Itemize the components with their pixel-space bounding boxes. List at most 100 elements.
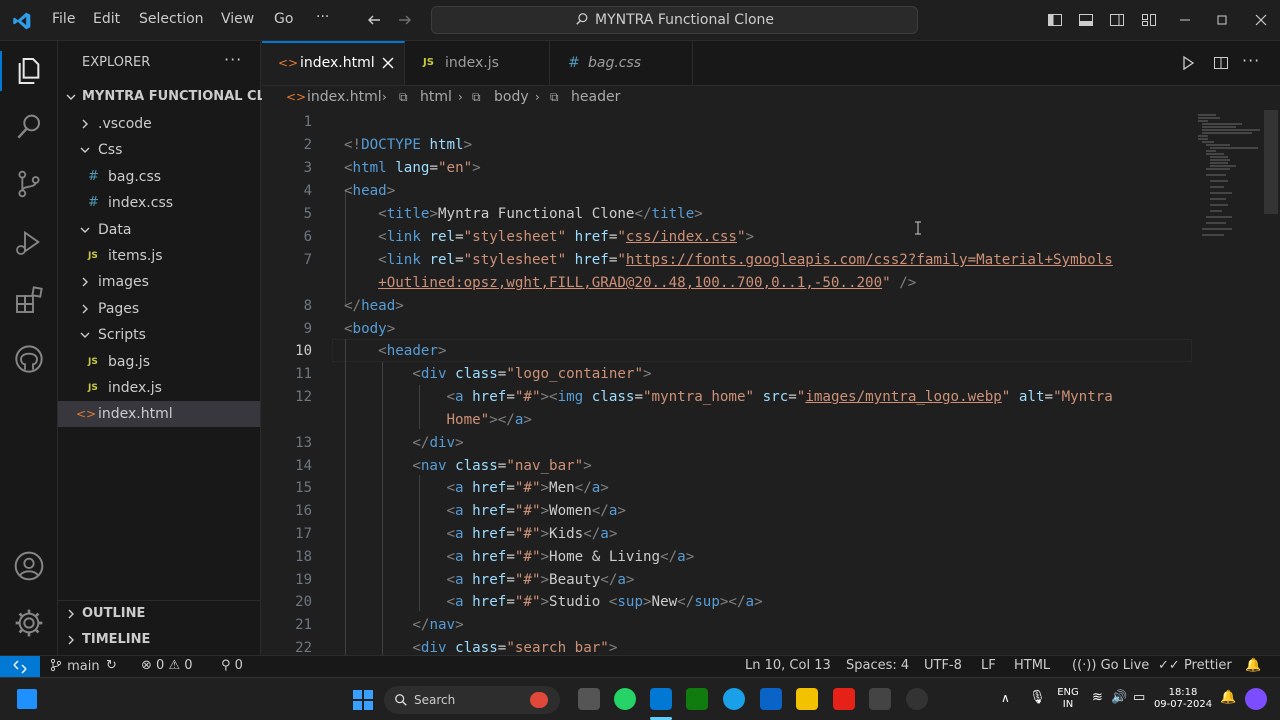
tree-item[interactable]: <> index.html	[58, 401, 260, 428]
tab-index-html[interactable]: <> index.html	[262, 41, 405, 85]
outline-section[interactable]: OUTLINE	[58, 601, 260, 627]
back-arrow-icon[interactable]	[366, 12, 382, 28]
menu-go[interactable]: Go	[274, 11, 293, 27]
tree-item[interactable]: JS items.js	[58, 243, 260, 269]
language-indicator[interactable]: ENG IN	[1054, 687, 1082, 711]
line-number: 11	[295, 366, 312, 382]
youtube-icon[interactable]	[833, 688, 855, 710]
line-number: 1	[303, 114, 312, 130]
tree-item[interactable]: # bag.css	[58, 164, 260, 190]
clock[interactable]: 18:18 09-07-2024	[1150, 687, 1216, 711]
sync-icon[interactable]: ↻	[106, 658, 117, 673]
tree-item[interactable]: .vscode	[58, 111, 260, 137]
mail-icon[interactable]	[760, 688, 782, 710]
toggle-primary-sidebar-icon[interactable]	[1047, 12, 1063, 28]
volume-icon[interactable]: 🔊	[1111, 690, 1127, 705]
close-window-icon[interactable]	[1253, 12, 1269, 28]
minimap[interactable]	[1196, 110, 1264, 250]
explorer-more-actions-icon[interactable]: ···	[224, 50, 242, 69]
tree-item[interactable]: JS index.js	[58, 375, 260, 401]
command-center-title: MYNTRA Functional Clone	[594, 12, 775, 28]
wifi-icon[interactable]: ≋	[1092, 690, 1103, 705]
tree-item[interactable]: Scripts	[58, 322, 260, 348]
task-view-icon[interactable]	[578, 688, 600, 710]
run-debug-icon[interactable]	[13, 226, 45, 258]
indentation[interactable]: Spaces: 4	[846, 658, 909, 673]
vscode-taskbar-icon[interactable]	[650, 688, 672, 710]
code-editor[interactable]: 1 2 3 4 5 6 7 8 9 10 11 12 13 14 15 16 17 18 19 20 21 22 <!DO…	[262, 110, 1280, 655]
cursor-position[interactable]: Ln 10, Col 13	[745, 658, 831, 673]
explorer-root-folder[interactable]: MYNTRA FUNCTIONAL CL...	[58, 84, 280, 110]
app-icon[interactable]	[869, 688, 891, 710]
problems-indicator[interactable]: ⊗ 0 ⚠ 0	[141, 658, 193, 673]
command-center[interactable]: MYNTRA Functional Clone	[431, 6, 918, 34]
tree-item[interactable]: images	[58, 269, 260, 295]
forward-arrow-icon[interactable]	[397, 12, 413, 28]
encoding[interactable]: UTF-8	[924, 658, 962, 673]
tree-item[interactable]: JS bag.js	[58, 349, 260, 375]
code-line-6: <link rel="stylesheet" href="css/index.c…	[378, 229, 755, 245]
maximize-icon[interactable]	[1214, 12, 1230, 28]
tree-item[interactable]: # index.css	[58, 190, 260, 216]
split-editor-icon[interactable]	[1213, 55, 1229, 71]
line-number: 13	[295, 435, 312, 451]
vertical-scrollbar[interactable]	[1264, 110, 1278, 214]
minimize-icon[interactable]	[1177, 12, 1193, 28]
tree-item[interactable]: Pages	[58, 296, 260, 322]
breadcrumb-file[interactable]: index.html	[307, 89, 382, 105]
breadcrumb-body[interactable]: body	[494, 89, 529, 105]
battery-icon[interactable]: ▭	[1133, 690, 1145, 705]
extensions-icon[interactable]	[13, 284, 45, 316]
menu-more[interactable]: ···	[316, 9, 329, 25]
chevron-down-icon	[80, 332, 90, 339]
menu-file[interactable]: File	[52, 11, 75, 27]
app-icon-widget[interactable]	[17, 689, 37, 709]
branch-name: main	[67, 659, 100, 674]
notification-bell-icon[interactable]: 🔔	[1220, 690, 1236, 705]
menu-selection[interactable]: Selection	[139, 11, 204, 27]
timeline-section[interactable]: TIMELINE	[58, 627, 260, 653]
html-file-icon: <>	[286, 90, 307, 104]
go-live-button[interactable]: ((·)) Go Live	[1072, 658, 1149, 673]
xbox-icon[interactable]	[686, 688, 708, 710]
run-icon[interactable]	[1180, 55, 1196, 71]
ports-count: 0	[234, 658, 243, 673]
copilot-icon[interactable]	[1245, 688, 1267, 710]
menu-view[interactable]: View	[221, 11, 254, 27]
editor-more-actions-icon[interactable]: ···	[1242, 51, 1260, 70]
source-control-icon[interactable]	[13, 168, 45, 200]
file-explorer-icon[interactable]	[796, 688, 818, 710]
toggle-secondary-sidebar-icon[interactable]	[1109, 12, 1125, 28]
toggle-panel-icon[interactable]	[1078, 12, 1094, 28]
ports-indicator[interactable]: ⚲ 0	[221, 658, 243, 673]
prettier-button[interactable]: ✓✓ Prettier	[1158, 658, 1232, 673]
accounts-icon[interactable]	[13, 550, 45, 582]
windows-start-icon[interactable]	[352, 689, 374, 711]
breadcrumb-header[interactable]: header	[571, 89, 620, 105]
end-of-line[interactable]: LF	[981, 658, 996, 673]
explorer-icon[interactable]	[13, 55, 45, 87]
github-icon[interactable]	[13, 343, 45, 375]
settings-gear-icon[interactable]	[13, 607, 45, 639]
tray-chevron-up-icon[interactable]: ∧	[1001, 691, 1010, 705]
taskbar-search[interactable]: Search	[384, 686, 560, 714]
customize-layout-icon[interactable]	[1141, 12, 1157, 28]
breadcrumb-html[interactable]: html	[420, 89, 452, 105]
microphone-icon[interactable]: 🎙	[1029, 690, 1046, 705]
line-number: 12	[295, 389, 312, 405]
language-mode[interactable]: HTML	[1014, 658, 1050, 673]
line-number: 10	[295, 343, 312, 359]
search-icon[interactable]	[13, 111, 45, 143]
branch-indicator[interactable]: main	[49, 658, 100, 674]
tree-item[interactable]: Data	[58, 217, 260, 243]
close-tab-icon[interactable]	[381, 56, 395, 70]
remote-indicator[interactable]	[0, 656, 40, 678]
github-desktop-icon[interactable]	[906, 688, 928, 710]
edge-icon[interactable]	[723, 688, 745, 710]
tab-bag-css[interactable]: # bag.css	[550, 41, 693, 85]
tab-index-js[interactable]: JS index.js	[405, 41, 550, 85]
menu-edit[interactable]: Edit	[93, 11, 120, 27]
notifications-bell-icon[interactable]: 🔔	[1245, 658, 1261, 673]
whatsapp-icon[interactable]	[614, 688, 636, 710]
tree-item[interactable]: Css	[58, 137, 260, 163]
